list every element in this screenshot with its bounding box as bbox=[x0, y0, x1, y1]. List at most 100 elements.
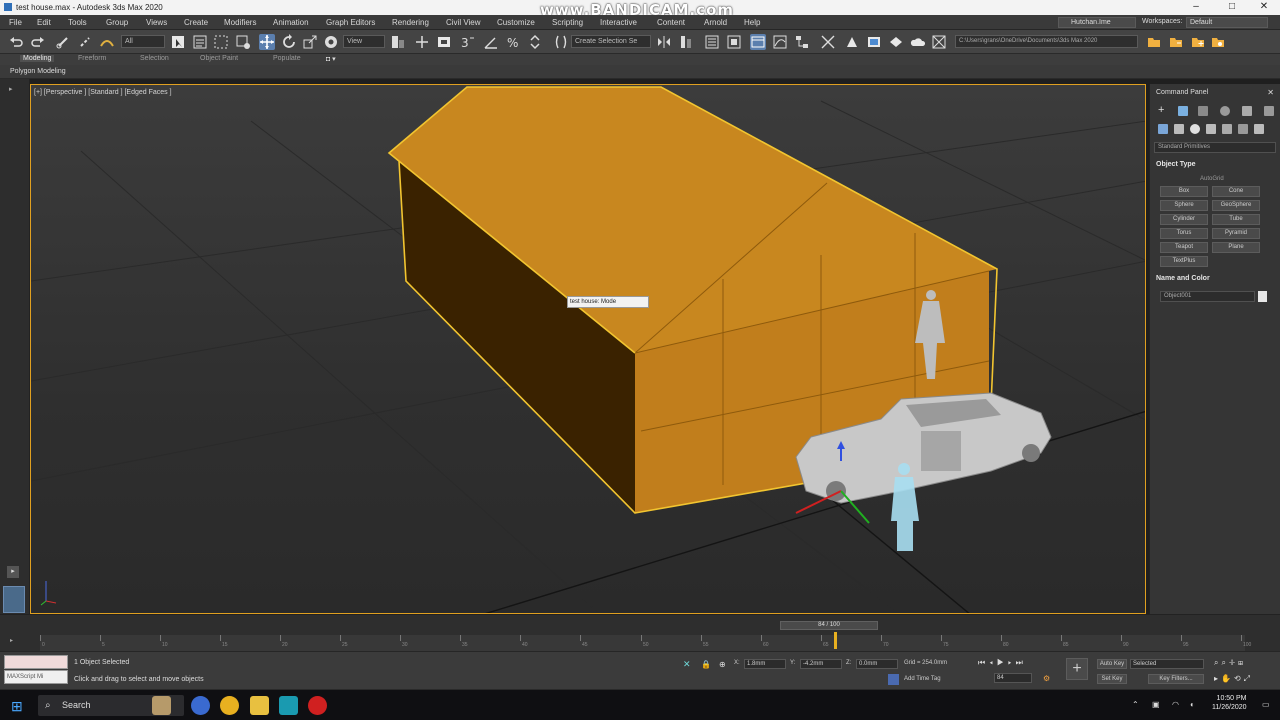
material-editor-icon[interactable] bbox=[820, 34, 836, 50]
create-project-icon[interactable] bbox=[1190, 34, 1206, 50]
a360-gallery-icon[interactable] bbox=[931, 34, 947, 50]
mirror-icon[interactable] bbox=[656, 34, 672, 50]
cylinder-button[interactable]: Cylinder bbox=[1160, 214, 1208, 225]
undo-icon[interactable] bbox=[8, 34, 24, 50]
menu-group[interactable]: Group bbox=[106, 18, 128, 27]
edge-browser-icon[interactable] bbox=[191, 696, 210, 715]
maxscript-mini-listener[interactable]: MAXScript Mi bbox=[4, 670, 68, 684]
select-manipulate-icon[interactable] bbox=[414, 34, 430, 50]
close-button[interactable]: ✕ bbox=[1244, 1, 1280, 12]
link-icon[interactable] bbox=[55, 34, 71, 50]
render-setup-icon[interactable] bbox=[844, 34, 860, 50]
lights-icon[interactable] bbox=[1190, 124, 1200, 134]
textplus-button[interactable]: TextPlus bbox=[1160, 256, 1208, 267]
chrome-browser-icon[interactable] bbox=[220, 696, 239, 715]
time-cursor[interactable] bbox=[834, 632, 837, 649]
volume-icon[interactable]: ◐ bbox=[1190, 700, 1195, 709]
menu-file[interactable]: File bbox=[9, 18, 22, 27]
project-settings-icon[interactable] bbox=[1210, 34, 1226, 50]
maxscript-listener[interactable] bbox=[4, 655, 68, 669]
z-coordinate-field[interactable]: 0.0mm bbox=[856, 659, 898, 669]
viewport-layout-tab[interactable] bbox=[3, 586, 25, 613]
utilities-tab-icon[interactable] bbox=[1264, 106, 1274, 116]
absolute-mode-icon[interactable]: ⊕ bbox=[719, 659, 730, 670]
wifi-icon[interactable]: ◠ bbox=[1172, 700, 1179, 709]
project-folder-icon[interactable] bbox=[1146, 34, 1162, 50]
selection-lock-icon[interactable]: 🔒 bbox=[701, 659, 712, 670]
rectangular-selection-icon[interactable] bbox=[213, 34, 229, 50]
time-slider[interactable]: 84 / 100 bbox=[780, 621, 878, 630]
y-coordinate-field[interactable]: -4.2mm bbox=[800, 659, 842, 669]
menu-edit[interactable]: Edit bbox=[37, 18, 51, 27]
menu-civil-view[interactable]: Civil View bbox=[446, 18, 481, 27]
notifications-icon[interactable]: ▭ bbox=[1262, 700, 1270, 709]
time-tag-icon[interactable] bbox=[888, 674, 899, 685]
ribbon-tab-object-paint[interactable]: Object Paint bbox=[200, 55, 238, 62]
menu-graph-editors[interactable]: Graph Editors bbox=[326, 18, 375, 27]
selection-filter-select[interactable]: All bbox=[121, 35, 165, 48]
viewport-layout-toggle-icon[interactable]: ▸ bbox=[7, 566, 19, 578]
motion-tab-icon[interactable] bbox=[1220, 106, 1230, 116]
named-selection-sets-select[interactable]: Create Selection Se bbox=[571, 35, 651, 48]
render-production-icon[interactable] bbox=[888, 34, 904, 50]
create-tab-icon[interactable]: + bbox=[1158, 105, 1168, 116]
schematic-view-icon[interactable] bbox=[794, 34, 810, 50]
menu-tools[interactable]: Tools bbox=[68, 18, 87, 27]
menu-rendering[interactable]: Rendering bbox=[392, 18, 429, 27]
x-coordinate-field[interactable]: 1.8mm bbox=[744, 659, 786, 669]
select-object-icon[interactable] bbox=[170, 34, 186, 50]
geosphere-button[interactable]: GeoSphere bbox=[1212, 200, 1260, 211]
space-warps-icon[interactable] bbox=[1238, 124, 1248, 134]
toggle-scene-explorer-icon[interactable] bbox=[704, 34, 720, 50]
toggle-ribbon-icon[interactable] bbox=[750, 34, 766, 50]
geometry-icon[interactable] bbox=[1158, 124, 1168, 134]
key-mode-select[interactable]: Selected bbox=[1130, 659, 1204, 669]
menu-arnold[interactable]: Arnold bbox=[704, 18, 727, 27]
angle-snap-icon[interactable] bbox=[483, 34, 499, 50]
add-time-tag[interactable]: Add Time Tag bbox=[904, 676, 941, 682]
cameras-icon[interactable] bbox=[1206, 124, 1216, 134]
plane-button[interactable]: Plane bbox=[1212, 242, 1260, 253]
time-configuration-icon[interactable]: ⚙ bbox=[1043, 673, 1054, 684]
menu-content[interactable]: Content bbox=[657, 18, 685, 27]
name-and-color-title[interactable]: Name and Color bbox=[1156, 275, 1210, 282]
viewport-label[interactable]: [+] [Perspective ] [Standard ] [Edged Fa… bbox=[34, 89, 172, 96]
sphere-button[interactable]: Sphere bbox=[1160, 200, 1208, 211]
auto-key-button[interactable]: Auto Key bbox=[1097, 659, 1127, 669]
menu-modifiers[interactable]: Modifiers bbox=[224, 18, 256, 27]
snaps-toggle-icon[interactable]: 3 bbox=[460, 34, 476, 50]
track-bar[interactable]: 0 5 10 15 20 25 30 35 40 45 50 55 60 65 70 75 80 85 90 95 10… bbox=[40, 635, 1251, 651]
unlink-icon[interactable] bbox=[77, 34, 93, 50]
polygon-modeling-label[interactable]: Polygon Modeling bbox=[10, 68, 66, 75]
shapes-icon[interactable] bbox=[1174, 124, 1184, 134]
object-name-field[interactable]: Object001 bbox=[1160, 291, 1255, 302]
display-tab-icon[interactable] bbox=[1242, 106, 1252, 116]
autogrid-checkbox[interactable]: AutoGrid bbox=[1200, 176, 1224, 182]
select-and-rotate-icon[interactable] bbox=[281, 34, 297, 50]
hierarchy-tab-icon[interactable] bbox=[1198, 106, 1208, 116]
bandicam-taskbar-icon[interactable] bbox=[308, 696, 327, 715]
align-icon[interactable] bbox=[678, 34, 694, 50]
object-type-title[interactable]: Object Type bbox=[1156, 161, 1196, 168]
viewport-navigation-controls-2[interactable]: ▸✋⟲⤢ bbox=[1214, 674, 1253, 684]
menu-customize[interactable]: Customize bbox=[497, 18, 535, 27]
rendered-frame-window-icon[interactable] bbox=[866, 34, 882, 50]
menu-interactive[interactable]: Interactive bbox=[600, 18, 637, 27]
menu-scripting[interactable]: Scripting bbox=[552, 18, 583, 27]
select-and-move-icon[interactable] bbox=[259, 34, 275, 50]
set-keys-icon[interactable]: + bbox=[1066, 658, 1088, 680]
ribbon-tab-freeform[interactable]: Freeform bbox=[78, 55, 106, 62]
ribbon-options-icon[interactable]: ◘ ▾ bbox=[326, 55, 336, 63]
tray-overflow-icon[interactable]: ⌃ bbox=[1132, 700, 1139, 709]
taskbar-clock[interactable]: 10:50 PM 11/26/2020 bbox=[1212, 694, 1247, 712]
ribbon-tab-selection[interactable]: Selection bbox=[140, 55, 169, 62]
curve-editor-icon[interactable] bbox=[772, 34, 788, 50]
primitive-category-select[interactable]: Standard Primitives bbox=[1154, 142, 1276, 153]
redo-icon[interactable] bbox=[30, 34, 46, 50]
command-panel-close-icon[interactable]: ✕ bbox=[1267, 88, 1274, 97]
current-frame-field[interactable]: 84 bbox=[994, 673, 1032, 683]
percent-snap-icon[interactable]: % bbox=[505, 34, 521, 50]
tube-button[interactable]: Tube bbox=[1212, 214, 1260, 225]
open-project-icon[interactable] bbox=[1168, 34, 1184, 50]
modify-tab-icon[interactable] bbox=[1178, 106, 1188, 116]
